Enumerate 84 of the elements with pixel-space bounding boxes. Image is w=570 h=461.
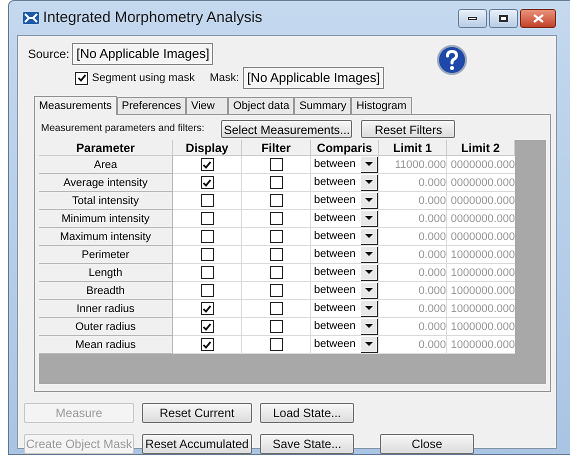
dropdown-arrow-icon	[365, 288, 373, 292]
close-button[interactable]	[520, 8, 556, 28]
table-cell: Maximum intensity	[39, 228, 173, 246]
comparison-dropdown[interactable]: between	[311, 156, 378, 173]
filter-checkbox[interactable]	[270, 248, 282, 261]
table-cell: Breadth	[39, 282, 173, 300]
display-checkbox[interactable]	[200, 338, 214, 351]
display-checkbox[interactable]	[200, 158, 214, 171]
dropdown-arrow-icon	[365, 198, 373, 202]
display-checkbox[interactable]	[200, 320, 214, 333]
display-checkbox[interactable]	[200, 194, 214, 207]
window-title: Integrated Morphometry Analysis	[43, 8, 262, 28]
comparison-dropdown[interactable]: between	[311, 282, 378, 299]
filter-checkbox[interactable]	[270, 158, 282, 171]
display-checkbox[interactable]	[200, 230, 214, 243]
comparison-dropdown[interactable]: between	[311, 174, 378, 191]
comparison-dropdown[interactable]: between	[311, 318, 378, 335]
display-checkbox[interactable]	[200, 248, 214, 261]
app-logo-icon	[23, 12, 39, 24]
filter-checkbox[interactable]	[270, 230, 282, 243]
tab[interactable]: Summary	[294, 97, 352, 114]
table-caption: Measurement parameters and filters:	[41, 122, 204, 136]
table-cell: Inner radius	[39, 300, 173, 318]
dropdown-arrow-icon	[365, 162, 373, 166]
filter-checkbox[interactable]	[270, 302, 282, 315]
table-cell: 1000000.000	[447, 336, 515, 354]
table-cell: Mean radius	[39, 336, 173, 354]
button[interactable]: Close	[380, 434, 474, 454]
display-checkbox[interactable]	[200, 176, 214, 189]
tab[interactable]: Preferences	[116, 97, 186, 114]
button[interactable]: Reset Current	[142, 403, 252, 423]
filter-checkbox[interactable]	[270, 284, 282, 297]
close-icon	[532, 14, 544, 22]
tab[interactable]: Measurements	[34, 96, 117, 115]
minimize-button[interactable]	[458, 8, 487, 28]
source-label: Source:	[28, 46, 70, 63]
comparison-dropdown[interactable]: between	[311, 300, 378, 317]
source-selector[interactable]: [No Applicable Images]	[72, 43, 214, 65]
display-checkbox[interactable]	[200, 266, 214, 279]
dropdown-arrow-icon	[365, 270, 373, 274]
filter-checkbox[interactable]	[270, 194, 282, 207]
table-cell: Area	[39, 156, 173, 174]
filter-checkbox[interactable]	[270, 338, 282, 351]
table-cell: Minimum intensity	[39, 210, 173, 228]
display-checkbox[interactable]	[200, 212, 214, 225]
dropdown-arrow-icon	[365, 342, 373, 346]
table-cell: 0.000	[379, 336, 447, 354]
dropdown-arrow-icon	[365, 324, 373, 328]
dropdown-arrow-icon	[365, 216, 373, 220]
segment-mask-checkbox[interactable]	[75, 72, 88, 84]
maximize-button[interactable]	[489, 8, 518, 28]
filter-checkbox[interactable]	[270, 176, 282, 189]
table-cell: Length	[39, 264, 173, 282]
select-measurements-button[interactable]: Select Measurements...	[221, 120, 352, 138]
button[interactable]: Save State...	[260, 434, 354, 454]
table-cell: Outer radius	[39, 318, 173, 336]
comparison-dropdown[interactable]: between	[311, 246, 378, 263]
mask-selector[interactable]: [No Applicable Images]	[243, 67, 384, 89]
dropdown-arrow-icon	[365, 252, 373, 256]
tab[interactable]: Object data	[228, 97, 294, 114]
filter-checkbox[interactable]	[270, 212, 282, 225]
comparison-dropdown[interactable]: between	[311, 264, 378, 281]
segment-mask-label: Segment using mask	[92, 70, 195, 86]
tab[interactable]: Histogram	[351, 97, 412, 114]
table-cell: Average intensity	[39, 174, 173, 192]
filter-checkbox[interactable]	[270, 266, 282, 279]
filter-checkbox[interactable]	[270, 320, 282, 333]
help-icon[interactable]	[436, 44, 468, 76]
table-cell: Total intensity	[39, 192, 173, 210]
tab[interactable]: View	[186, 97, 228, 114]
reset-filters-button[interactable]: Reset Filters	[361, 120, 456, 138]
dropdown-arrow-icon	[365, 306, 373, 310]
comparison-dropdown[interactable]: between	[311, 192, 378, 209]
display-checkbox[interactable]	[200, 284, 214, 297]
comparison-dropdown[interactable]: between	[311, 210, 378, 227]
display-checkbox[interactable]	[200, 302, 214, 315]
button[interactable]: Reset Accumulated	[142, 434, 252, 454]
table-cell: Perimeter	[39, 246, 173, 264]
dropdown-arrow-icon	[365, 234, 373, 238]
button[interactable]: Load State...	[260, 403, 354, 423]
comparison-dropdown[interactable]: between	[311, 336, 378, 353]
mask-label: Mask:	[210, 70, 240, 86]
dropdown-arrow-icon	[365, 180, 373, 184]
comparison-dropdown[interactable]: between	[311, 228, 378, 245]
